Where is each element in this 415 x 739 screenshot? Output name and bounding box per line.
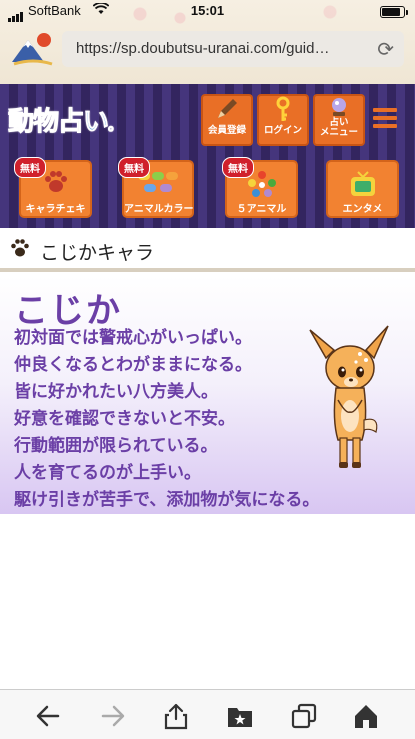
tabs-icon[interactable] — [290, 702, 318, 730]
register-button[interactable]: 会員登録 — [201, 94, 253, 146]
hamburger-menu-icon[interactable] — [373, 108, 397, 132]
section-title: こじかキャラ — [40, 242, 155, 264]
animal-color-label: アニマルカラー — [124, 204, 194, 215]
entertainment-tile[interactable]: エンタメ — [326, 160, 399, 218]
back-arrow-icon[interactable] — [34, 702, 62, 730]
status-bar: SoftBank 15:01 — [0, 0, 415, 24]
tv-icon — [328, 162, 397, 200]
key-icon — [259, 96, 307, 126]
share-icon[interactable] — [162, 702, 190, 730]
five-animals-label: ５アニマル — [236, 204, 287, 215]
paw-icon — [10, 238, 30, 258]
crystal-ball-icon — [315, 96, 363, 118]
pencil-icon — [203, 96, 251, 126]
clock: 15:01 — [190, 3, 225, 18]
chara-check-label: キャラチェキ — [25, 204, 86, 215]
bookmarks-icon[interactable] — [226, 702, 254, 730]
browser-toolbar — [0, 689, 415, 739]
trait-item: 駆け引きが苦手で、添加物が気になる。 — [14, 490, 320, 510]
address-bar[interactable]: https://sp.doubutsu-uranai.com/guid… ⟳ — [62, 31, 404, 67]
url-text[interactable]: https://sp.doubutsu-uranai.com/guid… — [76, 40, 366, 57]
forward-arrow-icon[interactable] — [99, 702, 127, 730]
login-label: ログイン — [263, 125, 302, 136]
section-heading: こじかキャラ — [0, 228, 415, 272]
fawn-character-illustration — [300, 320, 400, 472]
login-button[interactable]: ログイン — [257, 94, 309, 146]
fortune-menu-button[interactable]: 占い メニュー — [313, 94, 365, 146]
free-badge: 無料 — [14, 157, 46, 178]
browser-chrome: SoftBank 15:01 https://sp.doubutsu-urana… — [0, 0, 415, 84]
site-logo[interactable]: 動物占い。 — [7, 101, 122, 138]
entertainment-label: エンタメ — [342, 204, 383, 215]
free-badge: 無料 — [118, 157, 150, 178]
free-badge: 無料 — [222, 157, 254, 178]
battery-icon — [380, 6, 408, 18]
mount-fuji-icon — [10, 30, 56, 68]
register-label: 会員登録 — [207, 125, 246, 136]
reload-icon[interactable]: ⟳ — [377, 37, 394, 61]
home-icon[interactable] — [352, 702, 380, 730]
fortune-menu-label: 占い メニュー — [319, 117, 358, 138]
